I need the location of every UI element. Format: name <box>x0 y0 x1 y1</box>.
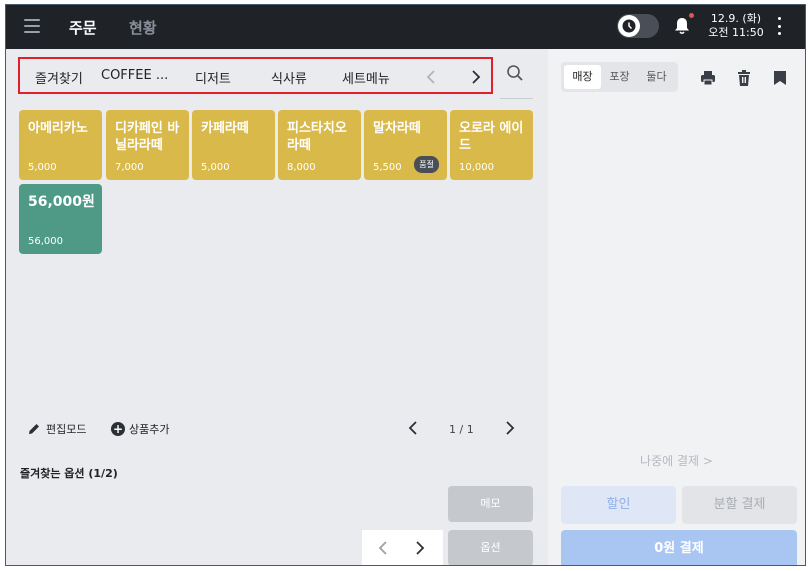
product-panel: 즐겨찾기 COFFEE ... 디저트 식사류 세트메뉴 아메리카노 5,000… <box>6 49 548 565</box>
product-price: 5,000 <box>201 162 230 173</box>
seg-dine-in[interactable]: 매장 <box>564 65 601 89</box>
time-text: 오전 11:50 <box>708 26 764 39</box>
option-nav <box>362 530 443 565</box>
pos-window: 주문 현황 12.9. (화) 오전 11:50 즐겨찾기 COFFEE ...… <box>5 4 806 566</box>
order-panel: 매장 포장 둘다 나중에 결제 > 할인 분할 결제 0원 결제 <box>548 49 805 565</box>
discount-button[interactable]: 할인 <box>561 486 676 524</box>
print-icon[interactable] <box>699 69 717 87</box>
tab-status[interactable]: 현황 <box>129 17 157 38</box>
date-text: 12.9. (화) <box>710 12 762 25</box>
product-tile[interactable]: 56,000원 56,000 <box>19 184 102 254</box>
mode-toggle[interactable] <box>617 14 659 38</box>
product-price: 56,000 <box>28 236 63 247</box>
product-price: 10,000 <box>459 162 494 173</box>
category-bar: 즐겨찾기 COFFEE ... 디저트 식사류 세트메뉴 <box>18 57 493 94</box>
edit-mode-button[interactable]: 편집모드 <box>27 421 86 437</box>
category-tab-set[interactable]: 세트메뉴 <box>342 68 390 87</box>
product-price: 7,000 <box>115 162 144 173</box>
search-underline <box>500 98 533 99</box>
menu-icon[interactable] <box>24 19 40 33</box>
add-item-button[interactable]: + 상품추가 <box>111 421 169 437</box>
bookmark-icon[interactable] <box>771 69 789 87</box>
product-name: 피스타치오 라떼 <box>287 121 347 153</box>
favorite-options-title: 즐겨찾는 옵션 (1/2) <box>20 467 118 480</box>
notification-bell-icon[interactable] <box>673 13 694 36</box>
category-tab-meal[interactable]: 식사류 <box>271 68 307 87</box>
seg-both[interactable]: 둘다 <box>638 65 675 89</box>
category-tab-dessert[interactable]: 디저트 <box>195 68 231 87</box>
tab-order[interactable]: 주문 <box>69 17 97 38</box>
edit-mode-label: 편집모드 <box>46 423 87 436</box>
product-tile[interactable]: 디카페인 바닐라라떼 7,000 <box>106 110 189 180</box>
product-tile[interactable]: 말차라떼 5,500 품절 <box>364 110 447 180</box>
plus-icon: + <box>111 422 125 436</box>
product-name: 오로라 에이드 <box>459 121 524 153</box>
product-tile[interactable]: 카페라떼 5,000 <box>192 110 275 180</box>
option-button[interactable]: 옵션 <box>448 530 533 565</box>
pay-button[interactable]: 0원 결제 <box>561 530 797 565</box>
product-name: 56,000원 <box>28 194 95 210</box>
category-next-icon[interactable] <box>469 69 483 85</box>
search-icon[interactable] <box>506 64 524 82</box>
product-name: 말차라떼 <box>373 121 421 136</box>
seg-takeout[interactable]: 포장 <box>601 65 638 89</box>
product-tile[interactable]: 아메리카노 5,000 <box>19 110 102 180</box>
product-price: 5,500 <box>373 162 402 173</box>
category-tab-coffee[interactable]: COFFEE ... <box>101 68 168 83</box>
product-name: 카페라떼 <box>201 121 249 136</box>
order-type-segment: 매장 포장 둘다 <box>561 62 678 92</box>
pencil-icon <box>29 424 39 434</box>
product-tile[interactable]: 피스타치오 라떼 8,000 <box>278 110 361 180</box>
toggle-knob <box>618 15 640 37</box>
page-indicator: 1 / 1 <box>449 423 474 436</box>
pay-later-link[interactable]: 나중에 결제 > <box>548 452 805 469</box>
notification-dot <box>689 13 694 18</box>
option-prev-icon[interactable] <box>376 540 390 556</box>
split-payment-button[interactable]: 분할 결제 <box>682 486 797 524</box>
memo-button[interactable]: 메모 <box>448 486 533 522</box>
product-price: 8,000 <box>287 162 316 173</box>
product-name: 디카페인 바닐라라떼 <box>115 121 180 153</box>
more-menu-icon[interactable] <box>776 17 782 35</box>
sold-out-badge: 품절 <box>414 156 439 173</box>
clock-icon <box>622 19 636 33</box>
category-prev-icon[interactable] <box>424 69 438 85</box>
category-tab-favorites[interactable]: 즐겨찾기 <box>35 68 83 87</box>
add-item-label: 상품추가 <box>129 423 170 436</box>
product-tile[interactable]: 오로라 에이드 10,000 <box>450 110 533 180</box>
top-bar: 주문 현황 12.9. (화) 오전 11:50 <box>6 5 805 49</box>
product-price: 5,000 <box>28 162 57 173</box>
page-prev-icon[interactable] <box>406 420 420 436</box>
datetime: 12.9. (화) 오전 11:50 <box>707 12 765 40</box>
product-name: 아메리카노 <box>28 121 88 136</box>
option-next-icon[interactable] <box>413 540 427 556</box>
page-next-icon[interactable] <box>503 420 517 436</box>
trash-icon[interactable] <box>735 69 753 87</box>
